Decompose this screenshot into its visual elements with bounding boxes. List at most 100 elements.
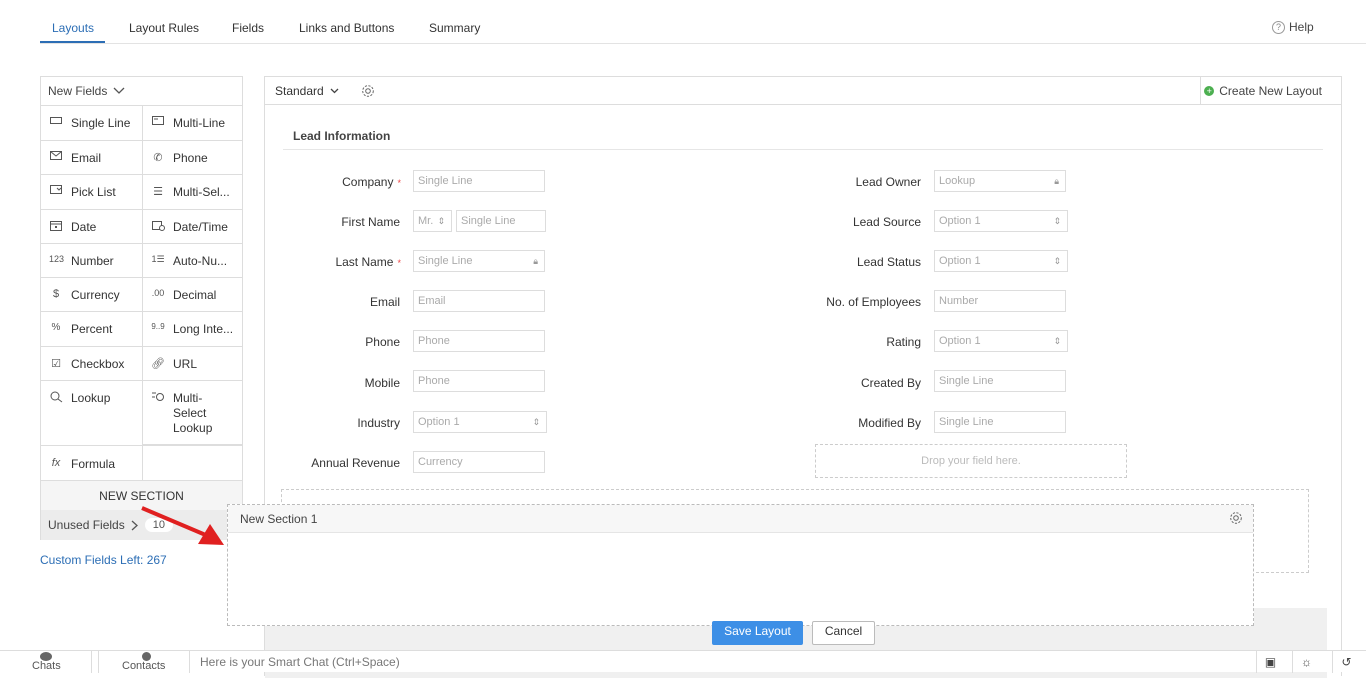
field-type-number[interactable]: 123 Number: [41, 244, 142, 278]
field-type-label: Phone: [173, 151, 208, 165]
help-label: Help: [1289, 20, 1314, 34]
lock-icon: 🔒︎: [533, 256, 538, 266]
tab-layouts[interactable]: Layouts: [52, 21, 94, 35]
create-new-layout-button[interactable]: + Create New Layout: [1200, 77, 1326, 105]
chevron-down-icon: [330, 88, 339, 93]
field-type-single-line[interactable]: Single Line: [41, 106, 142, 141]
field-type-currency[interactable]: $ Currency: [41, 278, 142, 312]
field-input-no-of-employees[interactable]: Number: [934, 290, 1066, 312]
section-title: Lead Information: [293, 129, 391, 143]
field-label-lead-source: Lead Source: [852, 215, 921, 229]
field-input-first-name[interactable]: Single Line: [456, 210, 546, 232]
cancel-button[interactable]: Cancel: [812, 621, 875, 645]
field-select-lead-source[interactable]: Option 1 ⇕: [934, 210, 1068, 232]
tab-layout-rules[interactable]: Layout Rules: [129, 21, 199, 35]
field-type-multi-line[interactable]: Multi-Line: [142, 106, 243, 141]
bulb-icon[interactable]: ☼: [1292, 651, 1320, 673]
drop-field-zone[interactable]: Drop your field here.: [815, 444, 1127, 478]
plus-circle-icon: +: [1204, 86, 1215, 96]
field-type-checkbox[interactable]: ☑ Checkbox: [41, 347, 142, 381]
tab-links-and-buttons[interactable]: Links and Buttons: [299, 21, 394, 35]
sort-arrows-icon: ⇕: [1053, 336, 1061, 346]
field-type-pick-list[interactable]: Pick List: [41, 175, 142, 210]
tab-summary[interactable]: Summary: [429, 21, 480, 35]
field-type-label: Currency: [71, 288, 120, 302]
new-fields-palette: New Fields Single Line Multi-Line Email …: [40, 76, 243, 540]
top-tabs: Layouts Layout Rules Fields Links and Bu…: [40, 0, 1366, 44]
field-label-industry: Industry: [357, 416, 400, 430]
field-label-rating: Rating: [886, 335, 921, 349]
history-icon[interactable]: ↺: [1332, 651, 1360, 673]
date-icon: [49, 220, 63, 234]
field-type-formula[interactable]: fx Formula: [41, 445, 142, 480]
field-label-email: Email: [369, 295, 400, 309]
number-icon: 123: [49, 254, 65, 264]
salutation-select[interactable]: Mr. ⇕: [413, 210, 452, 232]
tab-fields[interactable]: Fields: [232, 21, 264, 35]
field-type-label: Pick List: [71, 185, 116, 199]
new-fields-label: New Fields: [48, 84, 108, 98]
smart-chat-input[interactable]: Here is your Smart Chat (Ctrl+Space): [200, 655, 400, 677]
save-layout-button[interactable]: Save Layout: [712, 621, 803, 645]
sort-arrows-icon: ⇕: [1053, 216, 1061, 226]
field-input-lead-owner[interactable]: Lookup 🔒︎: [934, 170, 1066, 192]
field-input-company[interactable]: Single Line: [413, 170, 545, 192]
field-type-email[interactable]: Email: [41, 141, 142, 175]
formula-icon: fx: [51, 457, 61, 469]
active-tab-underline: [40, 41, 105, 43]
chats-button[interactable]: Chats: [0, 651, 92, 673]
field-type-label: Checkbox: [71, 357, 125, 371]
field-type-auto-number[interactable]: 1☰ Auto-Nu...: [142, 244, 243, 278]
contacts-button[interactable]: Contacts: [98, 651, 190, 673]
field-input-email[interactable]: Email: [413, 290, 545, 312]
auto-number-icon: 1☰: [151, 254, 165, 264]
field-input-last-name[interactable]: Single Line 🔒︎: [413, 250, 545, 272]
field-label-created-by: Created By: [860, 376, 921, 390]
field-type-lookup[interactable]: Lookup: [41, 381, 142, 445]
field-input-annual-revenue[interactable]: Currency: [413, 451, 545, 473]
field-type-label: Auto-Nu...: [173, 254, 228, 268]
field-type-date[interactable]: Date: [41, 210, 142, 244]
field-type-long-integer[interactable]: 9..9 Long Inte...: [142, 312, 243, 347]
field-input-mobile[interactable]: Phone: [413, 370, 545, 392]
field-input-created-by[interactable]: Single Line: [934, 370, 1066, 392]
field-type-date-time[interactable]: Date/Time: [142, 210, 243, 244]
multi-select-lookup-icon: [151, 391, 165, 408]
new-section-card[interactable]: New Section 1: [227, 504, 1254, 626]
field-input-modified-by[interactable]: Single Line: [934, 411, 1066, 433]
unused-fields-label: Unused Fields: [48, 518, 125, 532]
field-label-mobile: Mobile: [364, 376, 400, 390]
lookup-icon: [49, 391, 63, 406]
url-icon: 🔗︎: [151, 358, 165, 370]
date-time-icon: [151, 220, 165, 234]
notes-icon[interactable]: ▣: [1256, 651, 1284, 673]
gear-icon[interactable]: [1229, 511, 1243, 528]
multi-select-icon: ☰: [153, 186, 163, 198]
sort-arrows-icon: ⇕: [532, 417, 540, 427]
field-type-phone[interactable]: ✆ Phone: [142, 141, 243, 175]
pick-list-icon: [49, 185, 63, 197]
new-fields-dropdown[interactable]: New Fields: [41, 77, 242, 106]
field-select-industry[interactable]: Option 1 ⇕: [413, 411, 547, 433]
currency-icon: $: [52, 288, 60, 300]
help-icon: ?: [1272, 20, 1285, 34]
field-select-lead-status[interactable]: Option 1 ⇕: [934, 250, 1068, 272]
field-input-phone[interactable]: Phone: [413, 330, 545, 352]
field-label-phone: Phone: [365, 335, 400, 349]
gear-icon[interactable]: [361, 84, 375, 98]
field-type-multi-select-lookup[interactable]: Multi- Select Lookup: [142, 381, 243, 445]
field-type-label: Formula: [71, 457, 116, 471]
field-type-percent[interactable]: % Percent: [41, 312, 142, 347]
layout-selector[interactable]: Standard: [275, 84, 339, 98]
field-label-lead-owner: Lead Owner: [855, 175, 921, 189]
field-type-decimal[interactable]: .00 Decimal: [142, 278, 243, 312]
field-type-url[interactable]: 🔗︎ URL: [142, 347, 243, 381]
field-select-rating[interactable]: Option 1 ⇕: [934, 330, 1068, 352]
custom-fields-left: Custom Fields Left: 267: [40, 553, 167, 567]
field-type-multi-select[interactable]: ☰ Multi-Sel...: [142, 175, 243, 210]
help-link[interactable]: ? Help: [1272, 20, 1314, 34]
field-type-label: Date: [71, 220, 97, 234]
phone-icon: ✆: [153, 152, 163, 164]
checkbox-icon: ☑: [51, 358, 61, 370]
field-type-label: Single Line: [71, 116, 131, 130]
